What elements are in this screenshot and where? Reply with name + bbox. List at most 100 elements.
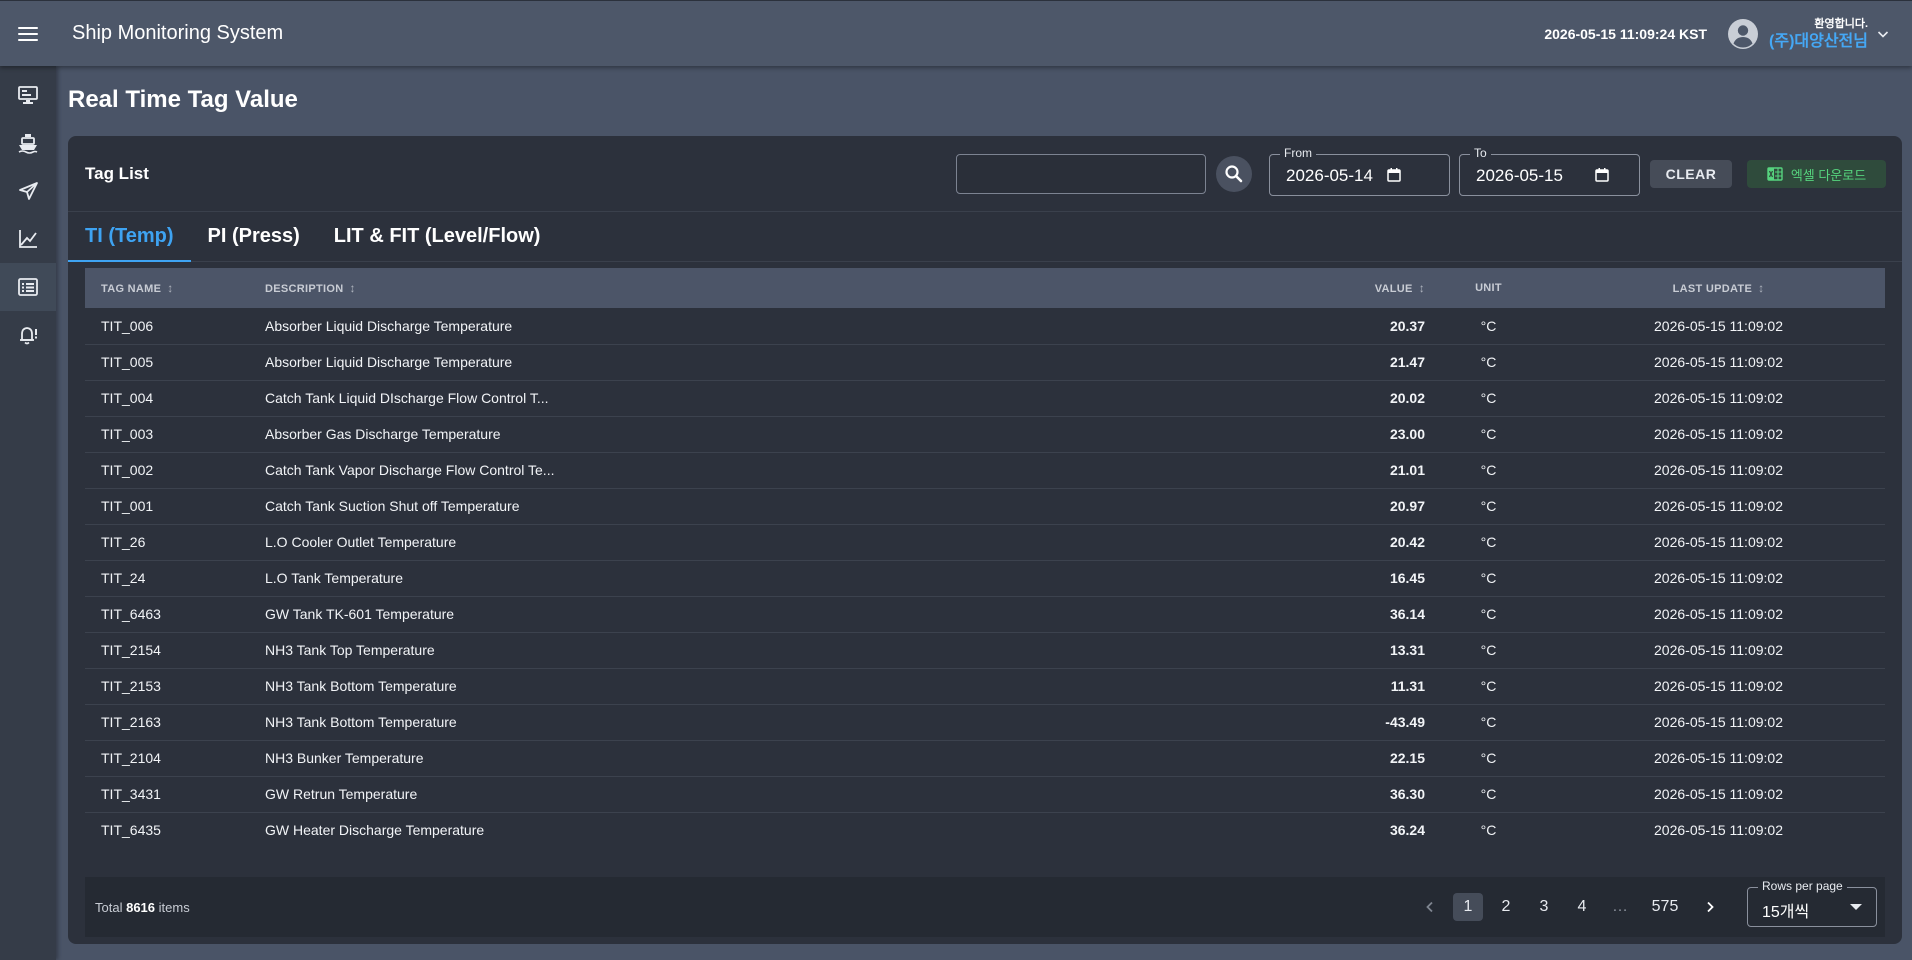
table-row[interactable]: TIT_002 Catch Tank Vapor Discharge Flow C… [85,452,1885,488]
top-app-bar: Ship Monitoring System 2026-05-15 11:09:… [0,0,1912,66]
last-update-cell: 2026-05-15 11:09:02 [1654,822,1783,839]
last-update-cell: 2026-05-15 11:09:02 [1654,498,1783,514]
hamburger-menu-button[interactable] [0,1,56,67]
table-row[interactable]: TIT_006 Absorber Liquid Discharge Tempera… [85,308,1885,344]
last-update-cell: 2026-05-15 11:09:02 [1654,390,1783,406]
next-page-button[interactable] [1695,893,1725,921]
to-date-field[interactable]: To 2026-05-15 [1459,146,1640,196]
sidebar-item-alarm[interactable] [0,311,56,359]
value-cell: 21.01 [1389,462,1425,478]
table-body: TIT_006 Absorber Liquid Discharge Tempera… [85,308,1885,848]
table-row[interactable]: TIT_2153 NH3 Tank Bottom Temperature 11.31… [85,668,1885,704]
tag-name-cell: TIT_003 [101,426,154,442]
description-cell: NH3 Bunker Temperature [265,750,424,766]
to-date-value: 2026-05-15 [1476,166,1563,185]
tag-name-cell: TIT_2153 [101,678,161,694]
tab-level-flow[interactable]: LIT & FIT (Level/Flow) [317,212,558,261]
value-cell: 16.45 [1389,570,1425,586]
tag-name-cell: TIT_3431 [101,786,161,802]
total-count: 8616 [126,899,156,915]
tag-name-cell: TIT_2154 [101,642,161,658]
monitor-icon [18,86,38,104]
tag-name-cell: TIT_24 [101,570,146,586]
sidebar-item-ship[interactable] [0,119,56,167]
col-header-description[interactable]: DESCRIPTION ↕ [265,268,1265,308]
page-button[interactable]: 2 [1491,893,1521,921]
page-button[interactable]: 1 [1453,893,1483,921]
sort-icon[interactable]: ↕ [1758,281,1764,295]
col-header-last-update[interactable]: LAST UPDATE ↕ [1552,268,1885,308]
table-row[interactable]: TIT_3431 GW Retrun Temperature 36.30 °C 2026… [85,776,1885,812]
search-input[interactable] [956,154,1206,194]
table-row[interactable]: TIT_2154 NH3 Tank Top Temperature 13.31 °C 2… [85,632,1885,668]
page-button[interactable]: 575 [1643,893,1687,921]
tag-name-cell: TIT_002 [101,462,154,478]
table-row[interactable]: TIT_001 Catch Tank Suction Shut off Tempe… [85,488,1885,524]
col-header-unit: UNIT [1425,268,1552,308]
last-update-cell: 2026-05-15 11:09:02 [1654,317,1783,334]
excel-download-button[interactable]: 엑셀 다운로드 [1747,160,1886,188]
sidebar-item-monitor[interactable] [0,71,56,119]
alarm-bell-icon [20,327,37,345]
description-cell: Catch Tank Liquid DIscharge Flow Control… [265,390,549,406]
description-cell: L.O Cooler Outlet Temperature [265,534,457,550]
clear-button[interactable]: CLEAR [1650,160,1732,188]
unit-cell: °C [1480,714,1497,730]
col-header-tag-name[interactable]: TAG NAME ↕ [85,268,265,308]
sort-icon[interactable]: ↕ [1419,281,1425,295]
prev-page-button[interactable] [1415,893,1445,921]
from-date-field[interactable]: From 2026-05-14 [1269,146,1450,196]
calendar-icon[interactable] [1594,167,1610,183]
table-row[interactable]: TIT_004 Catch Tank Liquid DIscharge Flow … [85,380,1885,416]
last-update-cell: 2026-05-15 11:09:02 [1654,354,1783,370]
last-update-cell: 2026-05-15 11:09:02 [1654,714,1783,730]
table-row[interactable]: TIT_003 Absorber Gas Discharge Temperatur… [85,416,1885,452]
sidebar-item-trend[interactable] [0,215,56,263]
table-row[interactable]: TIT_6463 GW Tank TK-601 Temperature 36.14 °… [85,596,1885,632]
table-row[interactable]: TIT_24 L.O Tank Temperature 16.45 °C 2026-05… [85,560,1885,596]
sort-icon[interactable]: ↕ [349,281,355,295]
search-button[interactable] [1216,156,1252,192]
current-time: 2026-05-15 11:09:24 KST [1544,25,1708,42]
account-avatar-icon[interactable] [1727,18,1759,50]
tag-name-cell: TIT_2104 [101,750,161,766]
total-prefix: Total [95,899,123,915]
table-row[interactable]: TIT_26 L.O Cooler Outlet Temperature 20.42… [85,524,1885,560]
tag-table-container: TAG NAME ↕ DESCRIPTION ↕ VALUE ↕ UNIT LAST … [85,268,1885,848]
calendar-icon[interactable] [1386,167,1402,183]
page-title: Real Time Tag Value [68,86,298,113]
value-cell: 36.14 [1389,606,1425,622]
tab-temp[interactable]: TI (Temp) [68,212,191,262]
topbar-right: 2026-05-15 11:09:24 KST 환영합니다. (주)대양산전님 [1544,16,1912,52]
tab-press[interactable]: PI (Press) [191,212,317,261]
page-button[interactable]: 3 [1529,893,1559,921]
table-row[interactable]: TIT_005 Absorber Liquid Discharge Tempera… [85,344,1885,380]
sidebar-item-tag-list[interactable] [0,263,56,311]
user-name: (주)대양산전님 [1769,32,1868,50]
tag-name-cell: TIT_2163 [101,714,161,730]
search-icon [1225,165,1243,183]
table-row[interactable]: TIT_2104 NH3 Bunker Temperature 22.15 °C 202… [85,740,1885,776]
app-title: Ship Monitoring System [72,22,284,44]
page-button[interactable]: 4 [1567,893,1597,921]
description-cell: GW Retrun Temperature [265,786,418,802]
table-row[interactable]: TIT_6435 GW Heater Discharge Temperature 3… [85,812,1885,848]
value-cell: 20.97 [1389,498,1425,514]
value-cell: 36.24 [1389,822,1425,839]
rows-per-page-select[interactable]: Rows per page 15개씩 [1747,879,1877,927]
user-menu[interactable]: 환영합니다. (주)대양산전님 [1769,16,1868,52]
tag-name-cell: TIT_005 [101,354,154,370]
tag-type-tabs: TI (Temp) PI (Press) LIT & FIT (Level/Fl… [68,212,1902,262]
chevron-down-icon[interactable] [1876,27,1890,41]
sidebar-item-navigation[interactable] [0,167,56,215]
col-header-value[interactable]: VALUE ↕ [1265,268,1425,308]
excel-download-label: 엑셀 다운로드 [1790,167,1867,183]
line-chart-icon [19,230,37,248]
table-row[interactable]: TIT_2163 NH3 Tank Bottom Temperature -43.4… [85,704,1885,740]
sort-icon[interactable]: ↕ [167,281,173,295]
unit-cell: °C [1480,354,1497,370]
table-footer: Total 8616 items 1 2 3 4 … 575 Rows per page … [85,877,1885,937]
description-cell: Absorber Gas Discharge Temperature [265,426,501,442]
unit-cell: °C [1480,462,1497,478]
value-cell: 21.47 [1389,354,1425,370]
